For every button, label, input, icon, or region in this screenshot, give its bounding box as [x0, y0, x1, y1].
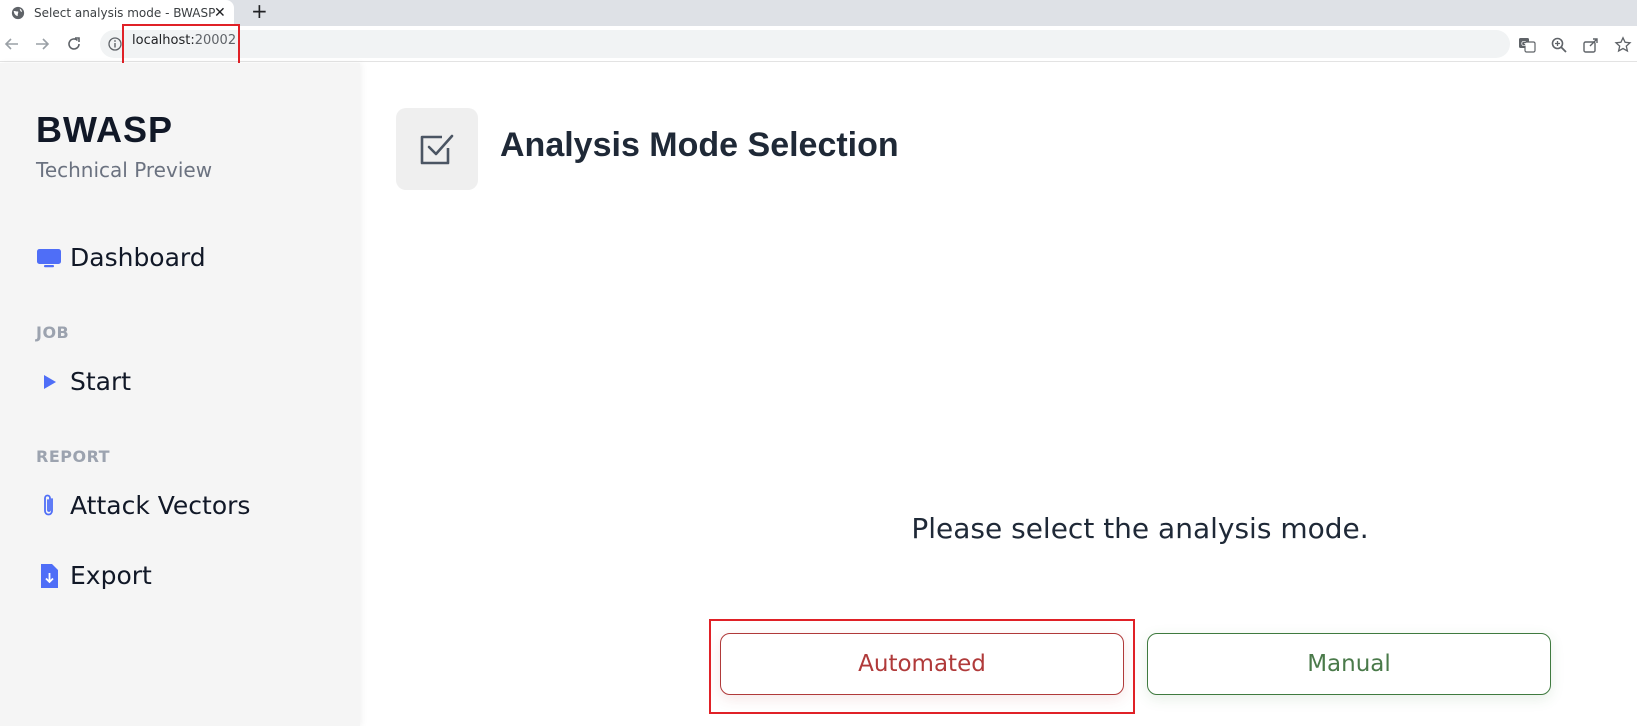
forward-arrow-icon — [36, 38, 50, 50]
checkbox-icon — [420, 134, 454, 165]
reload-button[interactable] — [64, 34, 84, 54]
section-label-report: REPORT — [36, 447, 111, 466]
tab-title: Select analysis mode - BWASP — [34, 6, 216, 20]
page-title: Analysis Mode Selection — [500, 126, 899, 164]
url-port: 20002 — [194, 33, 237, 48]
back-button[interactable] — [2, 34, 22, 54]
forward-button[interactable] — [32, 34, 52, 54]
sidebar-item-start[interactable]: Start — [36, 367, 131, 396]
brand-subtitle: Technical Preview — [36, 158, 213, 182]
bookmark-star-icon[interactable] — [1614, 36, 1632, 54]
browser-toolbar — [0, 26, 1637, 62]
sidebar-item-dashboard[interactable]: Dashboard — [36, 243, 206, 272]
sidebar-item-label: Attack Vectors — [70, 491, 251, 520]
tab-close-icon[interactable]: ✕ — [214, 4, 226, 22]
file-download-icon — [36, 563, 62, 589]
browser-tab[interactable]: Select analysis mode - BWASP ✕ — [0, 0, 234, 26]
url-host: localhost: — [132, 33, 195, 48]
paperclip-icon — [36, 493, 62, 519]
sidebar-item-label: Dashboard — [70, 243, 206, 272]
share-icon[interactable] — [1582, 36, 1600, 54]
sidebar-item-label: Start — [70, 367, 132, 396]
info-icon[interactable] — [108, 37, 122, 51]
sidebar-item-export[interactable]: Export — [36, 561, 152, 590]
automated-button[interactable]: Automated — [720, 633, 1124, 695]
new-tab-button[interactable]: + — [251, 0, 268, 22]
monitor-icon — [36, 245, 62, 271]
svg-text:G: G — [1521, 40, 1526, 48]
browser-tab-bar: Select analysis mode - BWASP ✕ + — [0, 0, 1637, 26]
translate-icon[interactable]: G — [1518, 36, 1536, 54]
play-icon — [36, 369, 62, 395]
address-bar[interactable] — [100, 30, 1510, 58]
url-text[interactable]: localhost:20002 — [132, 33, 236, 48]
section-label-job: JOB — [36, 323, 70, 342]
sidebar-item-attack-vectors[interactable]: Attack Vectors — [36, 491, 250, 520]
mode-prompt: Please select the analysis mode. — [911, 512, 1369, 545]
back-arrow-icon — [4, 38, 18, 50]
sidebar-item-label: Export — [70, 561, 152, 590]
manual-button[interactable]: Manual — [1147, 633, 1551, 695]
brand-title: BWASP — [36, 109, 174, 150]
sidebar: BWASP Technical Preview Dashboard JOB St… — [0, 63, 360, 726]
globe-icon — [11, 6, 25, 20]
header-icon-box — [396, 108, 478, 190]
reload-icon — [68, 37, 80, 50]
zoom-icon[interactable] — [1550, 36, 1568, 54]
